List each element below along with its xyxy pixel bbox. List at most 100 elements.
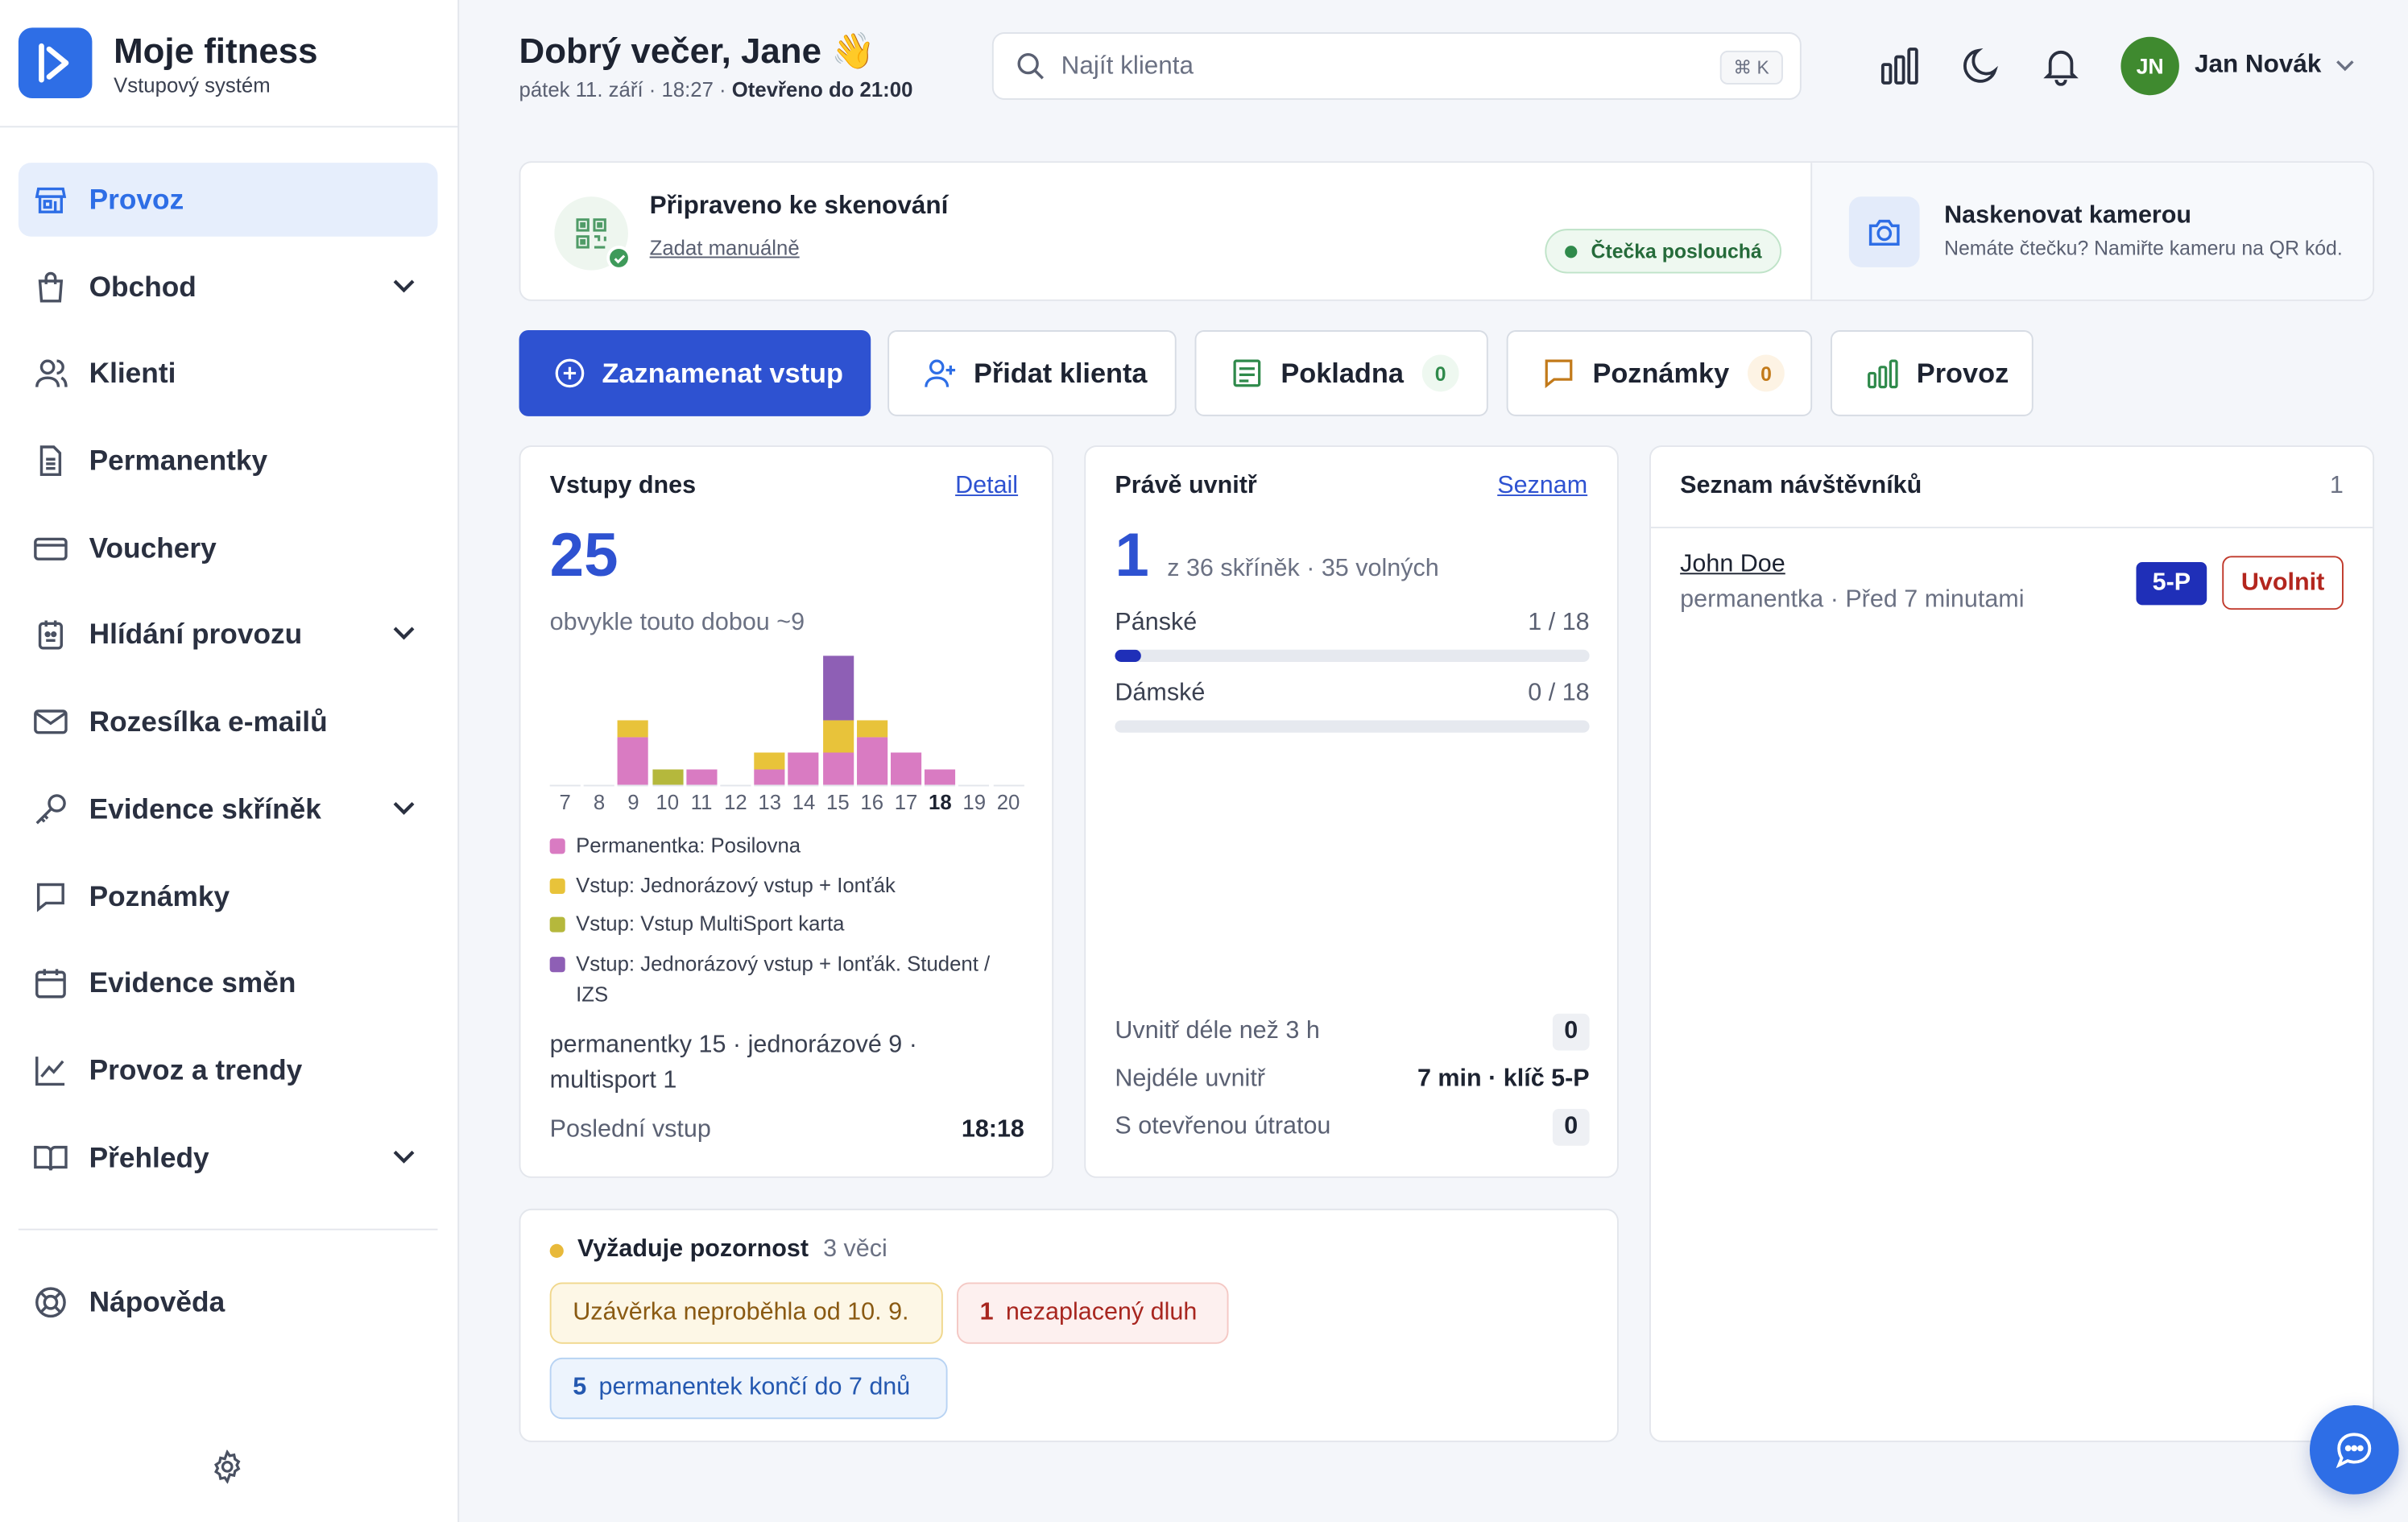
greeting-date: pátek 11. září · 18:27 · Otevřeno do 21:… [519, 78, 913, 101]
open-hours: Otevřeno do 21:00 [731, 78, 913, 101]
chat-button[interactable] [2309, 1405, 2399, 1495]
chart-tick-label: 16 [860, 791, 884, 814]
moon-icon[interactable] [1961, 46, 2001, 86]
release-button[interactable]: Uvolnit [2222, 556, 2344, 610]
register-button[interactable]: Pokladna 0 [1194, 330, 1488, 416]
visitor-detail: permanentka · Před 7 minutami [1680, 586, 2025, 613]
visitor-name-link[interactable]: John Doe [1680, 552, 1785, 579]
reader-status-text: Čtečka poslouchá [1591, 239, 1762, 263]
inside-longer-3h-label: Uvnitř déle než 3 h [1115, 1018, 1320, 1044]
entries-today-title: Vstupy dnes [549, 473, 697, 499]
chevron-down-icon[interactable] [391, 1147, 416, 1165]
sidebar-item-permanentky[interactable]: Permanentky [19, 424, 438, 498]
chevron-down-icon[interactable] [2334, 58, 2356, 73]
date-text: pátek 11. září · 18:27 · [519, 78, 732, 101]
expiring-passes-pill[interactable]: 5 permanentek končí do 7 dnů [549, 1357, 948, 1420]
chart-bar-segment [788, 752, 820, 785]
search-icon [1017, 52, 1044, 80]
users-icon [34, 357, 68, 391]
camera-scan-button[interactable]: Naskenovat kamerou Nemáte čtečku? Namiřt… [1810, 163, 2373, 300]
locker-badge: 5-P [2136, 562, 2207, 606]
search-input[interactable]: Najít klienta ⌘ K [991, 32, 1802, 100]
entries-usual: obvykle touto dobou ~9 [549, 610, 805, 636]
bell-icon[interactable] [2041, 46, 2081, 86]
inside-longer-3h-value: 0 [1552, 1013, 1590, 1051]
brand[interactable]: Moje fitness Vstupový systém [18, 27, 318, 99]
greeting-title: Dobrý večer, Jane 👋 [519, 31, 875, 71]
chart-baseline [618, 784, 649, 787]
sidebar-item-evidence-smen[interactable]: Evidence směn [19, 946, 438, 1020]
debt-text: nezaplacený dluh [1005, 1299, 1198, 1326]
chart-tick-label: 12 [724, 791, 747, 814]
inside-list-link[interactable]: Seznam [1497, 473, 1587, 500]
search-placeholder: Najít klienta [1061, 51, 1194, 80]
sidebar-item-poznamky[interactable]: Poznámky [19, 859, 438, 933]
sidebar-item-vouchery[interactable]: Vouchery [19, 511, 438, 585]
status-dot [1565, 245, 1578, 258]
legend-label: Vstup: Jednorázový vstup + Ionťák [576, 874, 896, 897]
sidebar-item-obchod[interactable]: Obchod [19, 250, 438, 324]
camera-title: Naskenovat kamerou [1944, 202, 2192, 230]
chart-baseline [788, 784, 820, 787]
bar-chart-icon[interactable] [1880, 46, 1920, 86]
divider [1650, 527, 2373, 529]
chart-baseline [685, 784, 718, 787]
chart-bar-segment [618, 736, 649, 785]
sidebar-item-evidence-skrinek[interactable]: Evidence skříněk [19, 772, 438, 846]
closing-warning-pill[interactable]: Uzávěrka neproběhla od 10. 9. [549, 1282, 943, 1344]
inside-count: 1 [1115, 522, 1149, 590]
button-label: Zaznamenat vstup [602, 357, 843, 388]
chart-tick-label: 8 [593, 791, 606, 814]
operations-button[interactable]: Provoz [1831, 330, 2034, 416]
legend-item: Permanentka: Posilovna [549, 831, 1026, 862]
men-lockers-progress [1115, 649, 1590, 662]
chevron-down-icon[interactable] [391, 276, 416, 295]
notes-button[interactable]: Poznámky 0 [1506, 330, 1813, 416]
chart-bar-segment [754, 768, 785, 785]
visitors-count: 1 [2329, 473, 2344, 499]
chart-bar-segment [685, 768, 718, 785]
sidebar-item-klienti[interactable]: Klienti [19, 337, 438, 411]
open-tab-label: S otevřenou útratou [1115, 1113, 1331, 1140]
sidebar-nav: Provoz Obchod Klienti Permanentky Vouche… [18, 163, 438, 1207]
chart-bar-segment [754, 752, 785, 769]
sidebar-item-provoz[interactable]: Provoz [18, 163, 438, 237]
calendar-icon [34, 966, 68, 1000]
button-label: Provoz [1916, 357, 2009, 388]
legend-swatch [549, 916, 565, 933]
book-icon [34, 1140, 68, 1174]
progress-fill [1115, 649, 1142, 662]
sidebar: Moje fitness Vstupový systém Provoz Obch… [0, 0, 460, 1522]
user-name[interactable]: Jan Novák [2195, 51, 2321, 80]
warning-dot [549, 1243, 564, 1258]
manual-entry-link[interactable]: Zadat manuálně [650, 237, 800, 260]
chevron-down-icon[interactable] [391, 798, 416, 817]
chart-tick-label: 11 [690, 791, 713, 814]
women-lockers-value: 0 / 18 [1528, 680, 1590, 707]
add-client-button[interactable]: Přidat klienta [887, 330, 1177, 416]
last-entry-label: Poslední vstup [549, 1116, 711, 1143]
legend-item: Vstup: Vstup MultiSport karta [549, 909, 1026, 940]
chevron-down-icon[interactable] [391, 624, 416, 643]
debt-warning-pill[interactable]: 1 nezaplacený dluh [956, 1282, 1229, 1344]
sidebar-item-rozesilka[interactable]: Rozesílka e-mailů [19, 685, 438, 759]
avatar[interactable]: JN [2120, 36, 2179, 96]
open-tab-value: 0 [1552, 1108, 1590, 1146]
search-shortcut: ⌘ K [1719, 50, 1783, 85]
longest-inside-value: 7 min · klíč 5-P [1417, 1065, 1590, 1092]
record-entry-button[interactable]: Zaznamenat vstup [519, 330, 871, 416]
greeting: Dobrý večer, Jane 👋 pátek 11. září · 18:… [519, 31, 913, 101]
chart-baseline [890, 784, 922, 787]
card-icon [34, 531, 68, 565]
sidebar-item-prehledy[interactable]: Přehledy [19, 1120, 438, 1194]
chart-baseline [549, 784, 581, 787]
gear-icon[interactable] [210, 1450, 244, 1484]
women-lockers-progress [1115, 720, 1590, 733]
sidebar-item-hlidani-provozu[interactable]: Hlídání provozu [19, 598, 438, 672]
sidebar-item-provoz-a-trendy[interactable]: Provoz a trendy [19, 1033, 438, 1107]
entries-detail-link[interactable]: Detail [955, 473, 1018, 500]
bar-chart-icon [1868, 359, 1898, 389]
chart-baseline [720, 784, 751, 787]
brand-title: Moje fitness [114, 30, 318, 70]
sidebar-item-napoveda[interactable]: Nápověda [19, 1265, 438, 1339]
